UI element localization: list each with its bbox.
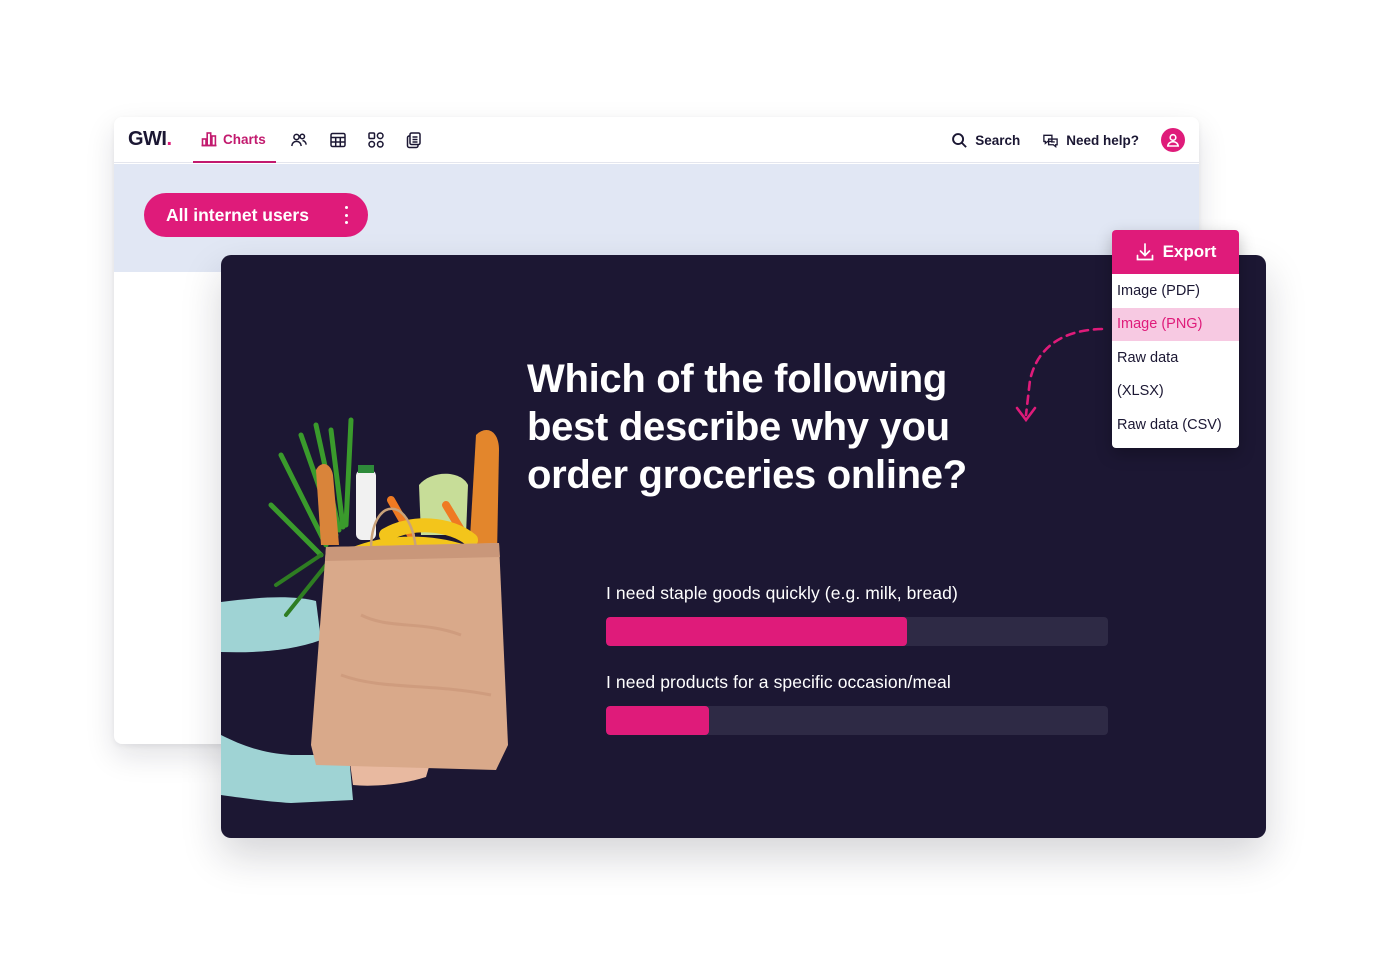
chat-bubbles-icon [1043,134,1059,148]
audience-label: All internet users [166,204,309,225]
bar-label: I need staple goods quickly (e.g. milk, … [606,583,958,603]
tab-charts[interactable]: Charts [193,117,276,163]
tab-dashboards[interactable] [367,131,385,149]
export-option-image-pdf[interactable]: Image (PDF) [1112,274,1239,308]
copy-icon [406,132,421,149]
help-label: Need help? [1066,132,1139,148]
bar-chart-icon [201,132,217,147]
bar-track [606,617,1108,646]
bar-label: I need products for a specific occasion/… [606,672,951,692]
tab-reports[interactable] [405,131,423,149]
chart-question-title: Which of the following best describe why… [527,357,967,497]
export-option-image-png[interactable]: Image (PNG) [1112,307,1239,341]
right-tools: Search Need help? [951,117,1185,163]
export-button[interactable]: Export [1112,230,1239,274]
export-option-raw-data-xlsx-format[interactable]: (XLSX) [1112,375,1239,409]
top-navigation-bar: GWI. Charts Search Need help? [114,117,1199,163]
gwi-logo[interactable]: GWI. [128,128,172,151]
tab-audiences[interactable] [290,131,308,149]
export-dropdown: Export Image (PDF) Image (PNG) Raw data … [1112,230,1239,448]
help-button[interactable]: Need help? [1042,132,1139,149]
logo-dot: . [166,128,173,150]
more-options-icon[interactable] [344,206,348,224]
users-icon [291,133,307,147]
search-label: Search [975,132,1021,148]
grocery-bag-image [221,415,521,838]
tab-crosstabs[interactable] [329,131,347,149]
grid-icon [368,132,384,148]
audience-selector-button[interactable]: All internet users [144,193,368,237]
dashed-arrow-icon [1015,327,1104,423]
bar-track [606,706,1108,735]
bar-fill[interactable] [606,617,908,646]
download-icon [1136,243,1153,261]
export-option-raw-data-csv[interactable]: Raw data (CSV) [1112,408,1239,442]
search-icon [952,132,967,148]
search-button[interactable]: Search [951,132,1020,149]
table-icon [330,132,346,148]
user-avatar-button[interactable] [1161,128,1185,152]
tab-charts-label: Charts [223,131,266,147]
export-label: Export [1162,242,1217,261]
export-option-raw-data-xlsx[interactable]: Raw data [1112,341,1239,375]
logo-text: GWI [128,128,167,150]
user-icon [1166,133,1180,147]
bar-fill[interactable] [606,706,709,735]
